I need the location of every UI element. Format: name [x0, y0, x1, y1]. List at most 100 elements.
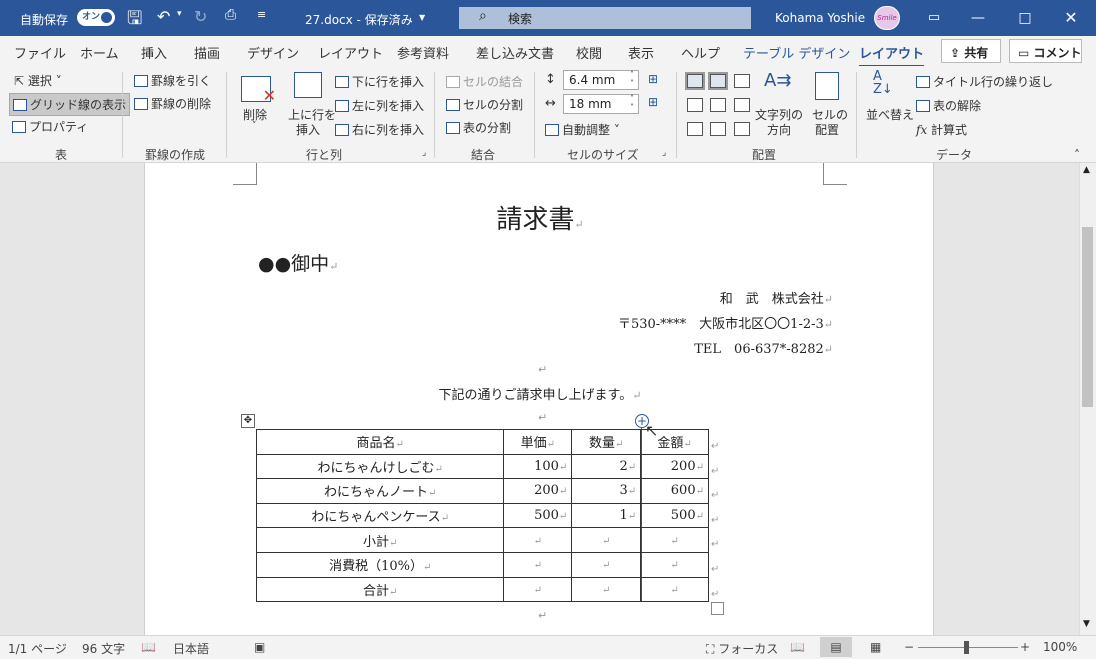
delete-dropdown-icon[interactable]: ˅	[252, 121, 257, 131]
row-height-spinner-icon[interactable]: ˄ ˅	[630, 70, 634, 88]
tab-help[interactable]: ヘルプ	[681, 43, 720, 62]
word-count[interactable]: 96 文字	[82, 640, 125, 657]
cell-margins-label-2[interactable]: 配置	[815, 121, 839, 138]
table-cell[interactable]: 合計↵	[255, 576, 505, 603]
print-layout-icon[interactable]: ▤	[820, 637, 852, 657]
tab-table-layout[interactable]: レイアウト	[859, 43, 925, 68]
tab-layout[interactable]: レイアウト	[318, 43, 383, 62]
table-cell[interactable]: わにちゃんノート↵	[255, 478, 505, 504]
align-bottom-center-icon[interactable]	[710, 122, 726, 136]
table-header-cell[interactable]: 金額↵	[640, 429, 709, 455]
table-cell[interactable]: 500↵	[640, 502, 709, 529]
insert-below-button[interactable]: 下に行を挿入	[335, 73, 424, 90]
table-cell[interactable]: ↵	[571, 527, 642, 553]
align-middle-left-icon[interactable]	[687, 98, 703, 112]
table-cell[interactable]: 3↵	[571, 478, 642, 504]
tab-draw[interactable]: 描画	[194, 43, 220, 62]
row-height-input[interactable]: 6.4 mm	[563, 70, 639, 90]
ribbon-display-options-icon[interactable]: ▭	[922, 6, 946, 30]
tab-file[interactable]: ファイル	[14, 43, 66, 62]
tab-review[interactable]: 校閲	[576, 43, 602, 62]
column-width-input[interactable]: 18 mm	[563, 94, 639, 114]
convert-to-text-button[interactable]: 表の解除	[916, 97, 981, 114]
table-cell[interactable]: ↵	[503, 576, 573, 603]
scrollbar-thumb[interactable]	[1082, 227, 1093, 407]
title-dropdown-icon[interactable]: ▼	[419, 13, 425, 22]
undo-dropdown-icon[interactable]: ▾	[177, 9, 182, 19]
language[interactable]: 日本語	[173, 640, 209, 657]
table-resize-handle[interactable]	[711, 602, 724, 615]
autofit-button[interactable]: 自動調整 ˅	[545, 121, 620, 138]
align-center-icon[interactable]	[710, 98, 726, 112]
table-header-cell[interactable]: 商品名↵	[255, 429, 505, 455]
table-move-handle-icon[interactable]: ✥	[241, 414, 255, 428]
comments-button[interactable]: ▭ コメント	[1009, 39, 1082, 63]
insert-above-label-2[interactable]: 挿入	[296, 121, 320, 138]
sort-icon[interactable]: A Z↓	[873, 70, 893, 96]
redo-icon[interactable]: ↻	[194, 7, 207, 26]
tab-table-design[interactable]: テーブル デザイン	[743, 43, 850, 62]
table-cell[interactable]: 600↵	[640, 478, 709, 504]
align-top-center-icon[interactable]	[708, 72, 728, 90]
search-box[interactable]: ⌕ 検索	[459, 7, 751, 29]
table-cell[interactable]: ↵	[640, 576, 709, 603]
align-top-right-icon[interactable]	[734, 74, 750, 88]
insert-above-icon[interactable]	[294, 72, 322, 98]
close-icon[interactable]: ✕	[1059, 6, 1083, 30]
zoom-slider-thumb[interactable]	[964, 641, 969, 654]
select-button[interactable]: ⇱ 選択 ˅	[14, 72, 62, 89]
document-title[interactable]: 27.docx - 保存済み	[305, 11, 413, 28]
tab-mailings[interactable]: 差し込み文書	[476, 43, 554, 62]
tab-insert[interactable]: 挿入	[141, 43, 167, 62]
macro-recording-icon[interactable]: ▣	[254, 640, 265, 654]
invoice-table[interactable]: 商品名↵ 単価↵ 数量↵ 金額↵ わにちゃんけしごむ↵ 100↵ 2↵ 200↵…	[255, 429, 709, 603]
properties-button[interactable]: プロパティ	[12, 118, 88, 135]
table-cell[interactable]: ↵	[503, 527, 573, 553]
insert-right-button[interactable]: 右に列を挿入	[335, 121, 424, 138]
table-cell[interactable]: ↵	[571, 551, 642, 578]
draw-borders-button[interactable]: 罫線を引く	[134, 72, 211, 89]
table-cell[interactable]: ↵	[503, 551, 573, 578]
collapse-ribbon-icon[interactable]: ˄	[1074, 148, 1080, 162]
table-cell[interactable]: わにちゃんけしごむ↵	[255, 453, 505, 480]
split-table-button[interactable]: 表の分割	[446, 119, 511, 136]
autosave-toggle[interactable]: オン	[77, 9, 115, 26]
zoom-in-icon[interactable]: +	[1020, 640, 1030, 654]
split-cells-button[interactable]: セルの分割	[446, 96, 523, 113]
align-top-left-icon[interactable]	[685, 72, 705, 90]
formula-button[interactable]: fx 計算式	[916, 121, 967, 138]
document-page[interactable]: 請求書↵ ●●御中↵ 和 武 株式会社↵ 〒530-**** 大阪市北区〇〇1-…	[144, 163, 934, 635]
text-direction-icon[interactable]: A⇉	[764, 70, 791, 91]
tab-design[interactable]: デザイン	[247, 43, 299, 62]
table-cell[interactable]: ↵	[571, 576, 642, 603]
share-button[interactable]: ⇪ 共有	[941, 39, 1001, 63]
vertical-scrollbar[interactable]: ▲ ▼	[1079, 163, 1096, 635]
table-cell[interactable]: 200↵	[503, 478, 573, 504]
distribute-rows-icon[interactable]: ⊞	[648, 72, 658, 86]
user-name[interactable]: Kohama Yoshie	[775, 11, 865, 25]
table-cell[interactable]: 500↵	[503, 502, 573, 529]
scroll-down-icon[interactable]: ▼	[1083, 619, 1090, 629]
table-cell[interactable]: 消費税（10%）↵	[255, 551, 505, 578]
zoom-level[interactable]: 100%	[1043, 640, 1077, 654]
maximize-icon[interactable]: □	[1013, 6, 1037, 30]
table-cell[interactable]: 200↵	[640, 453, 709, 480]
table-cell[interactable]: ↵	[640, 551, 709, 578]
text-direction-label-2[interactable]: 方向	[767, 121, 791, 138]
touch-mode-icon[interactable]: ⎙	[225, 7, 236, 23]
repeat-header-rows-button[interactable]: タイトル行の繰り返し	[916, 73, 1053, 90]
cell-size-dialog-launcher-icon[interactable]: ⌟	[662, 148, 666, 158]
delete-table-icon[interactable]: ✕	[241, 76, 276, 105]
insert-left-button[interactable]: 左に列を挿入	[335, 97, 424, 114]
align-middle-right-icon[interactable]	[734, 98, 750, 112]
undo-icon[interactable]: ↶	[157, 7, 170, 26]
align-bottom-left-icon[interactable]	[687, 122, 703, 136]
save-icon[interactable]: 🖫	[127, 6, 142, 36]
table-header-cell[interactable]: 数量↵	[571, 429, 642, 455]
eraser-button[interactable]: 罫線の削除	[134, 95, 211, 112]
rows-dialog-launcher-icon[interactable]: ⌟	[422, 148, 426, 158]
sort-button[interactable]: 並べ替え	[866, 106, 914, 123]
tab-view[interactable]: 表示	[628, 43, 654, 62]
avatar[interactable]: Smile	[874, 6, 900, 30]
table-cell[interactable]: 1↵	[571, 502, 642, 529]
